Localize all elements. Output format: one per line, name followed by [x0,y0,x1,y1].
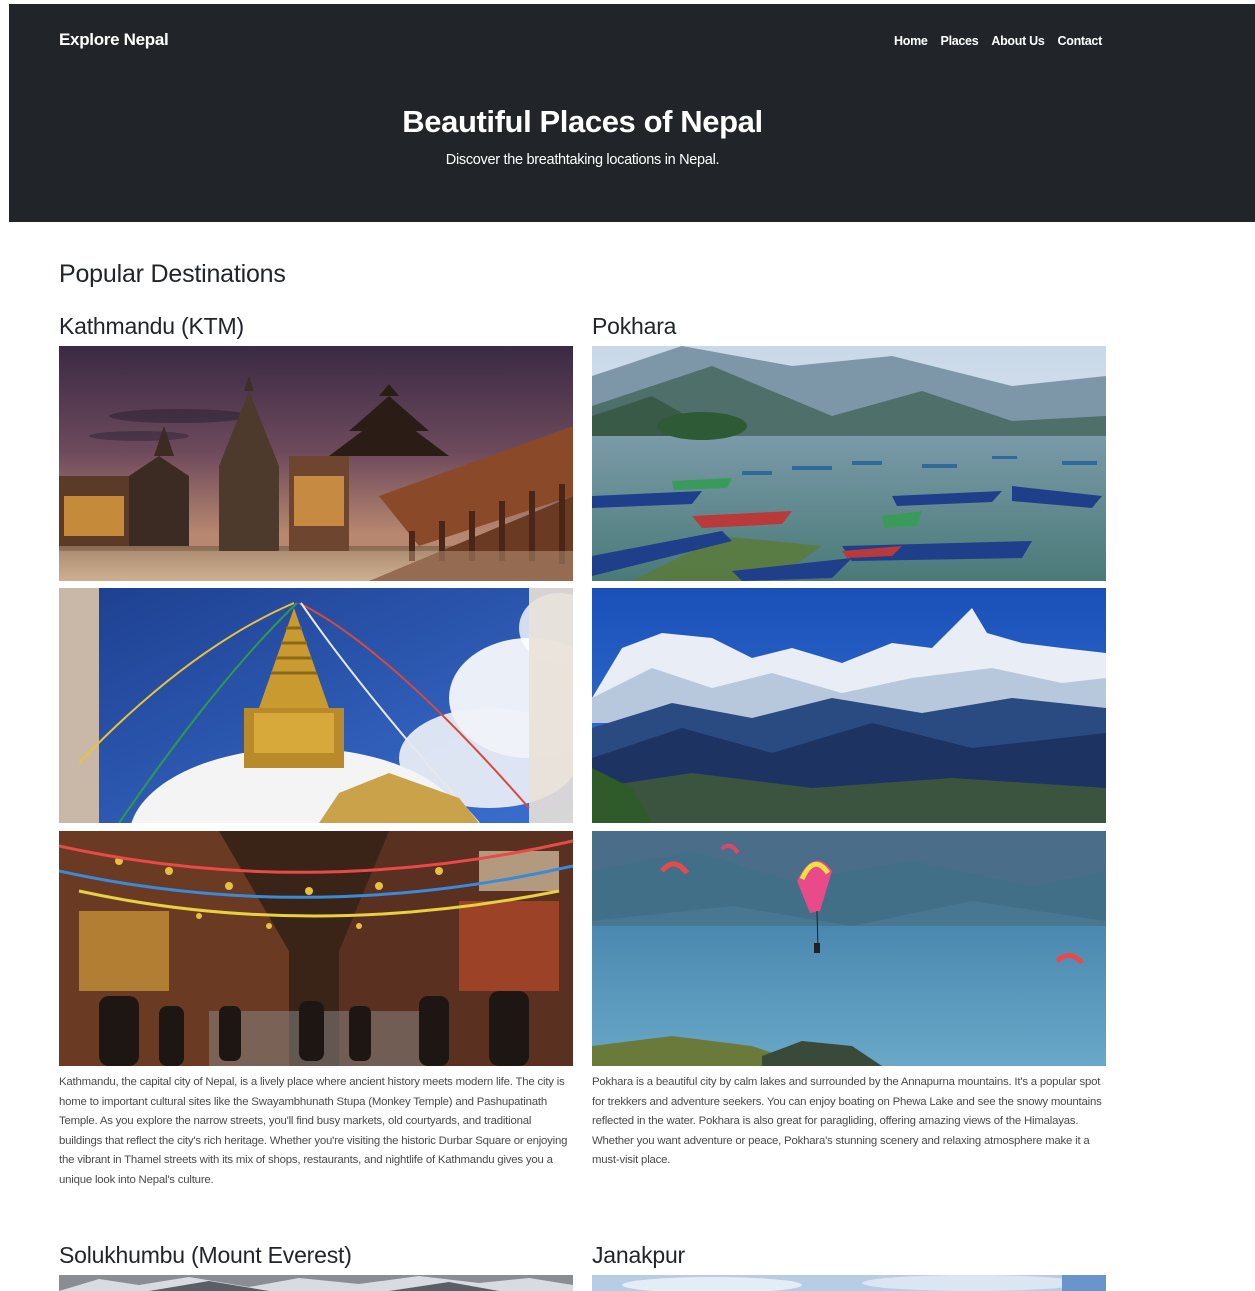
photo-pokhara-paragliding [592,831,1106,1066]
place-title-kathmandu: Kathmandu (KTM) [59,313,244,339]
photo-kathmandu-swayambhunath [59,588,573,823]
photo-pokhara-annapurna [592,588,1106,823]
hero-title: Beautiful Places of Nepal [402,104,763,139]
site-header: Explore Nepal Home Places About Us Conta… [9,4,1255,222]
place-title-solukhumbu: Solukhumbu (Mount Everest) [59,1242,352,1268]
main-nav: Home Places About Us Contact [894,34,1102,48]
place-title-janakpur: Janakpur [592,1242,686,1268]
nav-about-us[interactable]: About Us [991,34,1044,48]
photo-kathmandu-thamel [59,831,573,1066]
description-kathmandu: Kathmandu, the capital city of Nepal, is… [59,1076,568,1186]
nav-home[interactable]: Home [894,34,928,48]
photo-solukhumbu-everest [59,1275,573,1291]
section-title: Popular Destinations [59,260,286,288]
photo-kathmandu-durbar-square [59,346,573,581]
photo-janakpur [592,1275,1106,1291]
description-pokhara: Pokhara is a beautiful city by calm lake… [592,1076,1102,1166]
photo-pokhara-phewa-lake [592,346,1106,581]
nav-contact[interactable]: Contact [1058,34,1103,48]
place-title-pokhara: Pokhara [592,313,677,339]
hero-subtitle: Discover the breathtaking locations in N… [445,152,720,168]
brand-link[interactable]: Explore Nepal [59,30,169,50]
nav-places[interactable]: Places [941,34,979,48]
